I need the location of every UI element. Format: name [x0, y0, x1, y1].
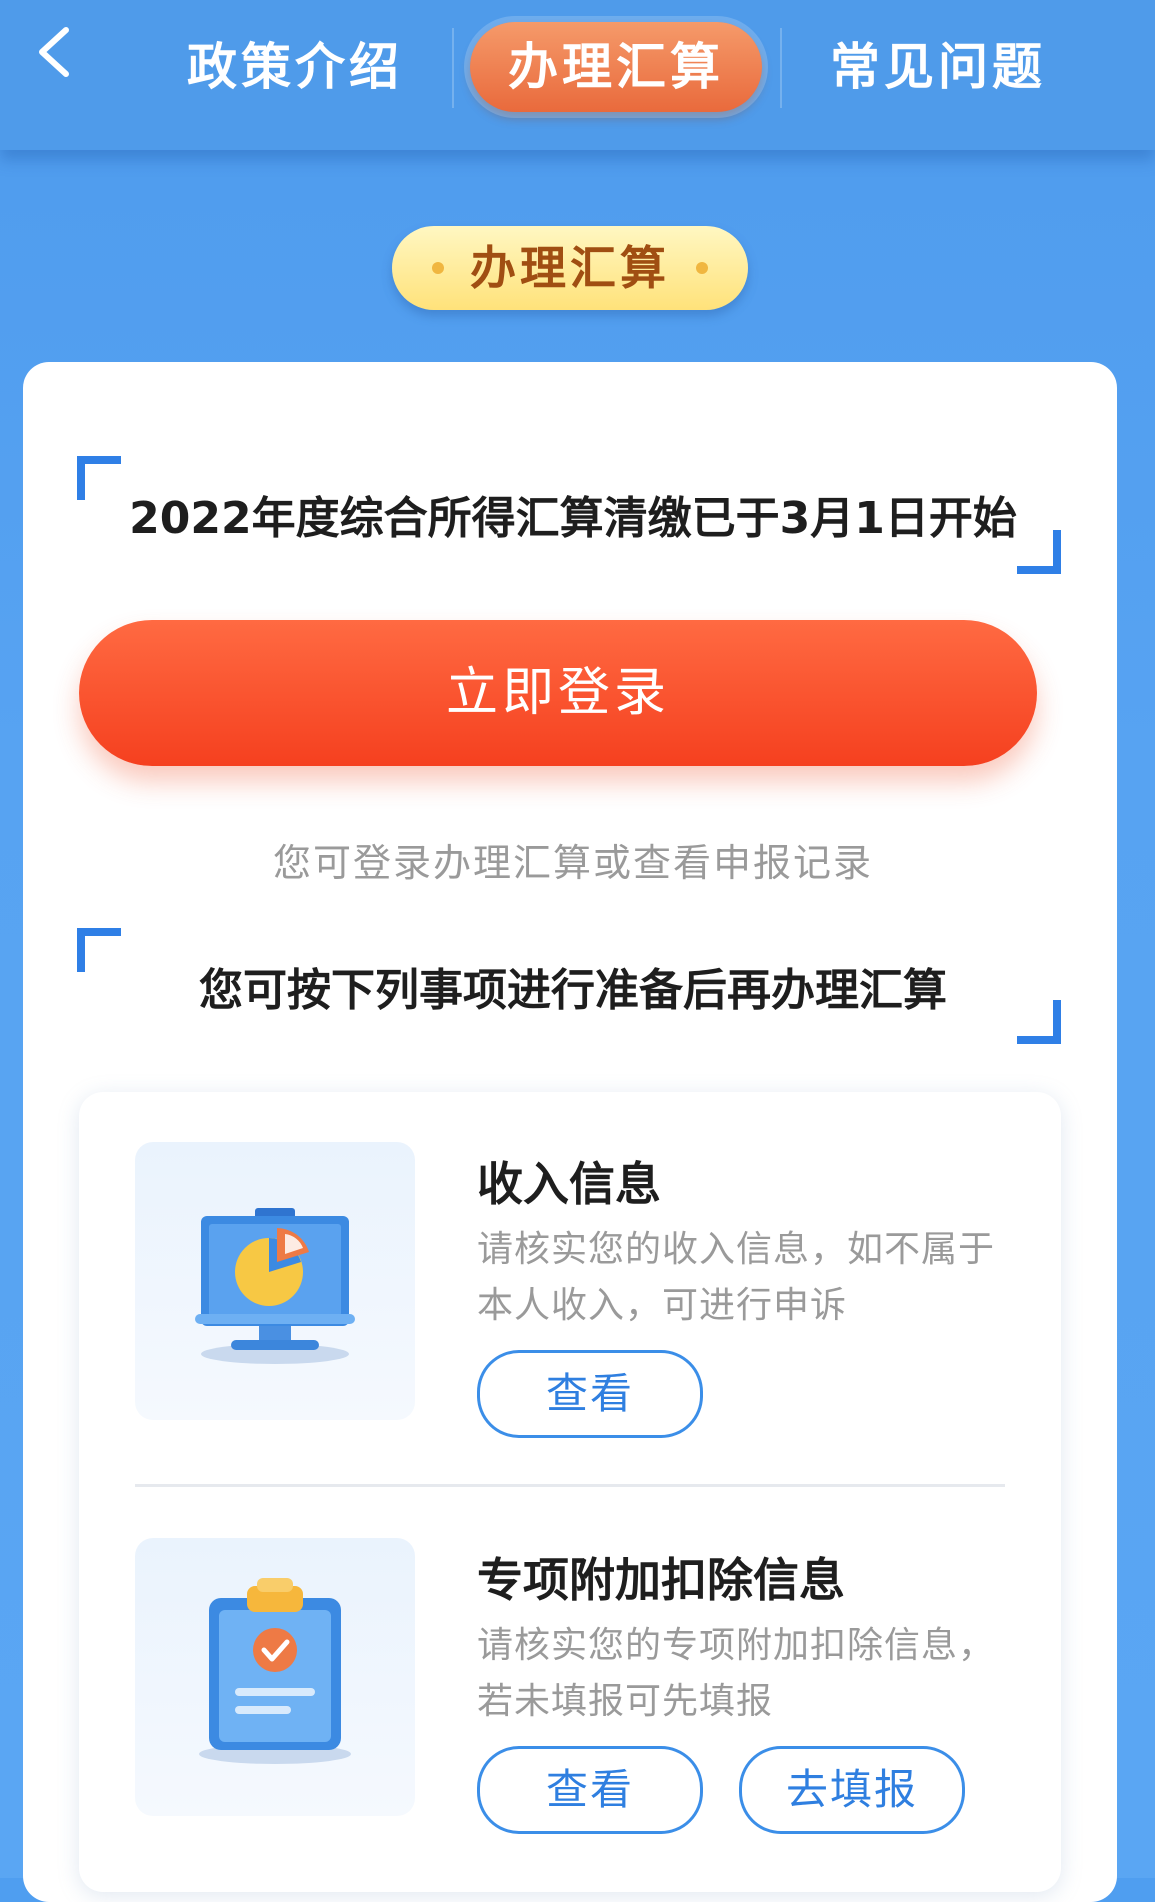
corner-bracket-bottom-right	[1017, 1000, 1061, 1044]
tab-divider	[452, 28, 454, 108]
item-divider	[135, 1484, 1005, 1487]
corner-bracket-bottom-right	[1017, 530, 1061, 574]
presentation-pie-chart-icon	[195, 1208, 355, 1364]
section-title-text: 办理汇算	[470, 241, 670, 295]
tab-divider	[780, 28, 782, 108]
deduction-illustration	[135, 1538, 415, 1816]
item-title: 专项附加扣除信息	[477, 1553, 845, 1607]
pill-dot-left	[432, 262, 444, 274]
item-description-line: 请核实您的收入信息，如不属于	[477, 1229, 996, 1270]
item-description-line: 若未填报可先填报	[477, 1681, 774, 1722]
top-nav-bar: 政策介绍 办理汇算 常见问题	[0, 0, 1155, 150]
login-hint-text: 您可登录办理汇算或查看申报记录	[272, 841, 873, 885]
app-root: 政策介绍 办理汇算 常见问题 办理汇算 2022年度综合所得汇算清缴已于3月1日…	[0, 0, 1155, 1902]
item-description-line: 请核实您的专项附加扣除信息，	[477, 1625, 996, 1666]
fill-deduction-button[interactable]: 去填报	[739, 1746, 965, 1834]
chevron-left-icon	[39, 27, 69, 77]
login-button[interactable]: 立即登录	[79, 620, 1037, 766]
item-description-line: 本人收入，可进行申诉	[477, 1285, 848, 1326]
view-income-button[interactable]: 查看	[477, 1350, 703, 1438]
clipboard-check-icon	[199, 1578, 351, 1764]
item-description: 请核实您的专项附加扣除信息， 若未填报可先填报	[477, 1618, 1017, 1730]
item-title: 收入信息	[477, 1157, 661, 1211]
preparation-list: 收入信息 请核实您的收入信息，如不属于 本人收入，可进行申诉 查看 专项附加扣除…	[79, 1092, 1061, 1892]
preparation-title: 您可按下列事项进行准备后再办理汇算	[199, 965, 947, 1016]
view-deduction-button[interactable]: 查看	[477, 1746, 703, 1834]
tab-faq[interactable]: 常见问题	[818, 22, 1058, 112]
item-description: 请核实您的收入信息，如不属于 本人收入，可进行申诉	[477, 1222, 1017, 1334]
main-card: 2022年度综合所得汇算清缴已于3月1日开始 立即登录 您可登录办理汇算或查看申…	[23, 362, 1117, 1902]
headline-text: 2022年度综合所得汇算清缴已于3月1日开始	[129, 493, 1017, 544]
tab-policy-intro[interactable]: 政策介绍	[175, 22, 415, 112]
section-title-pill: 办理汇算	[392, 226, 748, 310]
pill-dot-right	[696, 262, 708, 274]
income-illustration	[135, 1142, 415, 1420]
tab-process-settlement[interactable]: 办理汇算	[470, 22, 762, 112]
back-button[interactable]	[30, 22, 80, 82]
